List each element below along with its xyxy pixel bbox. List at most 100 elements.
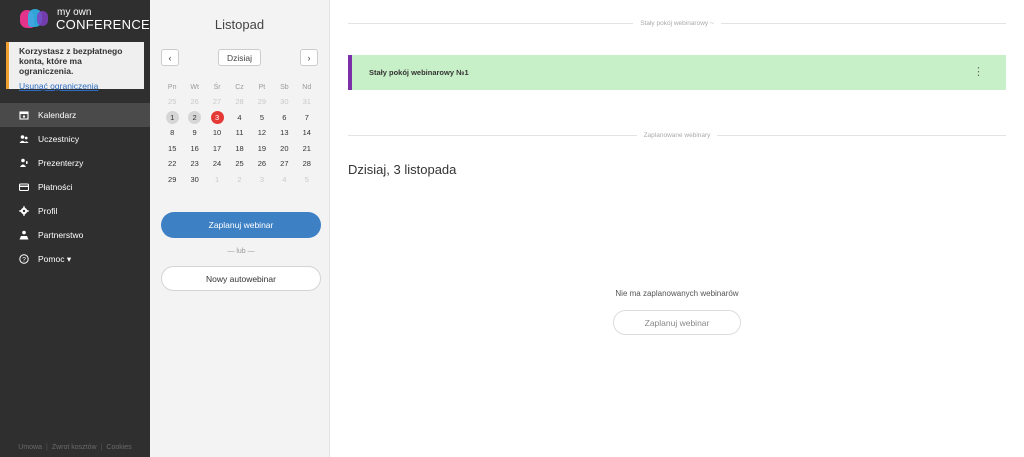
sidebar-item-prezenterzy[interactable]: Prezenterzy [0,151,150,175]
calendar-icon [18,109,30,121]
calendar-day[interactable]: 12 [251,125,273,141]
calendar-day[interactable]: 29 [161,172,183,188]
calendar-day-number: 1 [165,110,179,124]
calendar-day-number: 20 [280,143,289,153]
calendar-day-number: 25 [168,97,177,107]
calendar-day[interactable]: 2 [183,110,205,126]
sidebar: my own CONFERENCE Korzystasz z bezpłatne… [0,0,150,457]
calendar-day[interactable]: 22 [161,156,183,172]
permanent-room-card[interactable]: Stały pokój webinarowy №1 ⋮ [348,55,1006,90]
weekday-header: Wt [190,84,199,91]
sidebar-item-platnosci[interactable]: Płatności [0,175,150,199]
calendar-day-number: 2 [237,174,242,184]
calendar-day[interactable]: 25 [161,94,183,110]
calendar-day[interactable]: 2 [228,172,250,188]
calendar-day[interactable]: 27 [206,94,228,110]
calendar-day[interactable]: 5 [296,172,318,188]
calendar-day[interactable]: 21 [296,141,318,157]
sidebar-item-pomoc[interactable]: ? Pomoc ▾ [0,247,150,271]
planned-divider: Zaplanowane webinary [348,130,1007,140]
next-month-button[interactable]: › [300,49,318,66]
calendar-day[interactable]: 26 [183,94,205,110]
sidebar-item-label: Kalendarz [38,110,77,120]
calendar-day[interactable]: 10 [206,125,228,141]
calendar-day[interactable]: 3 [251,172,273,188]
calendar-day-number: 26 [257,159,267,169]
calendar-day-number: 31 [302,97,311,107]
footer-link-cookies[interactable]: Cookies [106,444,131,451]
calendar-day-number: 7 [304,112,309,122]
calendar-day[interactable]: 24 [206,156,228,172]
calendar-day[interactable]: 8 [161,125,183,141]
today-button[interactable]: Dzisiaj [217,49,262,66]
calendar-day[interactable]: 4 [273,172,295,188]
presenter-icon [18,157,30,169]
calendar-day[interactable]: 27 [273,156,295,172]
calendar-day[interactable]: 16 [183,141,205,157]
calendar-day-number: 26 [190,97,199,107]
month-title: Listopad [214,17,265,32]
calendar-day-number: 5 [259,112,264,122]
calendar-day-number: 30 [190,174,199,184]
calendar-day[interactable]: 29 [251,94,273,110]
footer-separator: | [100,444,103,451]
footer-links: Umowa | Zwrot kosztów | Cookies [0,444,150,451]
calendar-day[interactable]: 28 [296,156,318,172]
calendar-day[interactable]: 15 [161,141,183,157]
calendar-day[interactable]: 14 [296,125,318,141]
calendar-day[interactable]: 25 [228,156,250,172]
calendar-day-number: 12 [257,128,267,138]
calendar-day[interactable]: 28 [228,94,250,110]
brand-logo[interactable]: my own CONFERENCE [0,0,150,38]
calendar-day[interactable]: 11 [228,125,250,141]
calendar-day-number: 1 [214,174,220,184]
calendar-day[interactable]: 30 [183,172,205,188]
prev-month-button[interactable]: ‹ [161,49,179,66]
sidebar-item-profil[interactable]: Profil [0,199,150,223]
calendar-day-number: 9 [192,128,197,138]
calendar-day[interactable]: 7 [296,110,318,126]
new-autowebinar-button[interactable]: Nowy autowebinar [161,266,321,291]
calendar-day[interactable]: 6 [273,110,295,126]
calendar-day[interactable]: 30 [273,94,295,110]
calendar-day-number: 29 [168,174,177,184]
calendar-nav: ‹ Dzisiaj › [161,49,318,66]
sidebar-item-kalendarz[interactable]: Kalendarz [0,103,150,127]
weekday-header: Pt [258,84,266,91]
calendar-day-today[interactable]: 3 [206,110,228,126]
help-icon: ? [18,253,30,265]
empty-state-text: Nie ma zaplanowanych webinarów [615,289,739,298]
calendar-day[interactable]: 13 [273,125,295,141]
calendar-day-number: 30 [280,97,289,107]
calendar-day-number: 24 [212,159,222,169]
calendar-day[interactable]: 9 [183,125,205,141]
footer-link-zwrot[interactable]: Zwrot kosztów [52,444,97,451]
sidebar-item-uczestnicy[interactable]: Uczestnicy [0,127,150,151]
calendar-day[interactable]: 26 [251,156,273,172]
calendar-day[interactable]: 5 [251,110,273,126]
room-name: Stały pokój webinarowy №1 [369,68,469,77]
calendar-day[interactable]: 31 [296,94,318,110]
room-menu-icon[interactable]: ⋮ [973,67,984,78]
footer-link-umowa[interactable]: Umowa [18,444,42,451]
calendar-day[interactable]: 23 [183,156,205,172]
sidebar-item-partnerstwo[interactable]: Partnerstwo [0,223,150,247]
calendar-day-number: 13 [280,128,289,138]
schedule-webinar-button[interactable]: Zaplanuj webinar [161,212,321,238]
calendar-day-number: 3 [259,174,264,184]
calendar-day[interactable]: 1 [161,110,183,126]
remove-limits-link[interactable]: Usunąć ograniczenia [19,81,136,91]
calendar-day[interactable]: 20 [273,141,295,157]
calendar-day[interactable]: 19 [251,141,273,157]
calendar-day[interactable]: 17 [206,141,228,157]
calendar-day-number: 28 [302,159,311,169]
calendar-day[interactable]: 4 [228,110,250,126]
weekday-header: Śr [213,84,221,91]
calendar-day[interactable]: 18 [228,141,250,157]
calendar-day-number: 21 [302,143,311,153]
sidebar-item-label: Płatności [38,182,73,192]
empty-schedule-button[interactable]: Zaplanuj webinar [613,310,741,335]
gear-icon [18,205,30,217]
permanent-room-heading[interactable]: Stały pokój webinarowy ~ [633,20,721,27]
calendar-day[interactable]: 1 [206,172,228,188]
